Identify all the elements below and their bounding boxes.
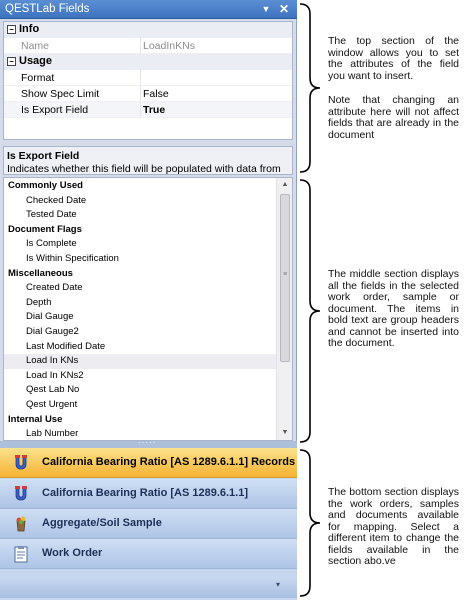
navigator-footer[interactable]: ▾ [0,576,297,598]
field-list-item[interactable]: Qest Lab No [4,383,276,398]
qestlab-fields-panel: QESTLab Fields ▼ ✕ − Info Name LoadInKNs… [0,0,297,600]
cbr-records-icon [15,455,27,470]
top-section-brace [299,3,321,173]
field-list-item[interactable]: Is Complete [4,237,276,252]
property-name: Name [21,40,50,52]
nav-item-work-order[interactable]: Work Order [0,539,297,569]
category-label: Usage [19,55,53,67]
property-name: Format [21,72,55,84]
property-row-name[interactable]: Name LoadInKNs [4,38,292,54]
section-splitter[interactable]: ····· [0,438,297,448]
property-grid: − Info Name LoadInKNs − Usage Format Sho… [3,21,293,140]
collapse-icon[interactable]: − [7,57,16,66]
property-row-is-export-field[interactable]: Is Export Field True [4,102,292,118]
property-row-format[interactable]: Format [4,70,292,86]
middle-section-brace [299,179,321,443]
field-list-item[interactable]: Created Date [4,281,276,296]
sample-icon [16,516,26,532]
nav-item-label: Work Order [42,547,103,559]
nav-item-label: Aggregate/Soil Sample [42,517,162,529]
annotation-bottom: The bottom section displays the work ord… [328,486,459,567]
panel-title: QESTLab Fields [5,3,90,15]
field-list-item[interactable]: Dial Gauge2 [4,325,276,340]
property-value[interactable]: False [143,88,169,100]
close-icon[interactable]: ✕ [276,1,292,17]
field-list-item[interactable]: Checked Date [4,194,276,209]
column-divider [140,86,141,102]
chevron-down-icon[interactable]: ▾ [276,580,280,589]
dropdown-menu-icon[interactable]: ▼ [258,1,274,17]
splitter-grip: ····· [138,438,157,447]
property-value: LoadInKNs [143,40,195,52]
category-usage[interactable]: − Usage [4,54,292,70]
field-group-header: Document Flags [8,223,82,235]
annotation-middle: The middle section displays all the fiel… [328,268,459,349]
annotation-top-note: Note that changing an attribute here wil… [328,94,459,141]
field-list-item[interactable]: Dial Gauge [4,310,276,325]
field-group-header: Commonly Used [8,180,83,191]
collapse-icon[interactable]: − [7,25,16,34]
nav-item-cbr[interactable]: California Bearing Ratio [AS 1289.6.1.1] [0,479,297,509]
property-name: Is Export Field [21,104,89,116]
field-list-item[interactable]: Qest Urgent [4,398,276,413]
nav-item-aggregate-soil-sample[interactable]: Aggregate/Soil Sample [0,509,297,539]
description-title: Is Export Field [7,150,80,162]
cbr-icon [15,486,27,501]
work-order-icon [14,546,28,563]
nav-item-label: California Bearing Ratio [AS 1289.6.1.1]… [42,456,296,468]
property-value[interactable]: True [143,104,165,116]
field-list-item[interactable]: Is Within Specification [4,252,276,267]
property-row-show-spec-limit[interactable]: Show Spec Limit False [4,86,292,102]
annotation-top: The top section of the window allows you… [328,35,459,82]
field-list-scrollbar[interactable]: ▲ ≡ ▼ [276,178,292,440]
description-box: Is Export Field Indicates whether this f… [3,146,293,188]
scroll-thumb[interactable]: ≡ [280,194,290,362]
category-label: Info [19,23,40,35]
field-group-header: Internal Use [8,413,63,425]
column-divider [140,70,141,86]
field-list-item[interactable]: Last Modified Date [4,340,276,355]
property-name: Show Spec Limit [21,88,100,100]
field-list-item[interactable]: Load In KNs2 [4,369,276,384]
field-group-header: Miscellaneous [8,267,73,279]
grip-icon: ≡ [282,271,288,278]
field-list-item[interactable]: Depth [4,296,276,311]
field-list-item[interactable]: Load In KNs [4,354,276,369]
category-info[interactable]: − Info [4,22,292,38]
field-list-item[interactable]: Tested Date [4,208,276,223]
column-divider [140,38,141,54]
column-divider [140,102,141,118]
scroll-up-icon[interactable]: ▲ [277,178,292,192]
bottom-section-brace [299,449,321,597]
nav-item-cbr-records[interactable]: California Bearing Ratio [AS 1289.6.1.1]… [0,448,297,478]
panel-title-bar: QESTLab Fields ▼ ✕ [0,0,297,19]
field-list: Commonly Used Checked Date Tested Date Docu… [3,177,293,441]
nav-item-label: California Bearing Ratio [AS 1289.6.1.1] [42,487,249,499]
scroll-down-icon[interactable]: ▼ [277,426,292,440]
